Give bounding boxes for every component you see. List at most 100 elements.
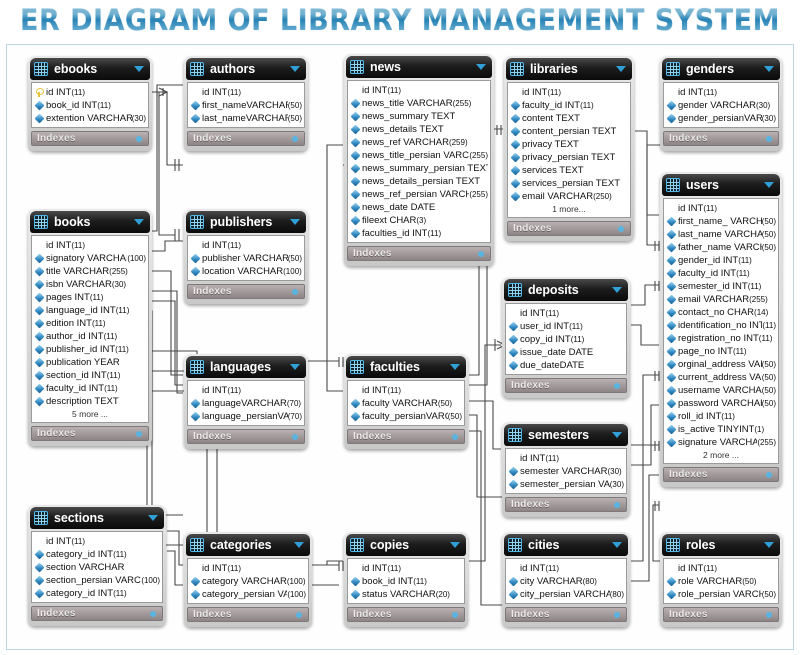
- table-field-row[interactable]: signature VARCHAR (255): [666, 436, 776, 449]
- table-field-row[interactable]: is_active TINYINT (1): [666, 423, 776, 436]
- table-field-row[interactable]: edition INT (11): [34, 317, 146, 330]
- indexes-expand-icon[interactable]: [452, 612, 458, 618]
- indexes-section-semesters[interactable]: Indexes: [505, 497, 627, 512]
- table-field-row[interactable]: id INT (11): [508, 452, 624, 465]
- table-field-row[interactable]: faculty_persianVARCHAR(50): [350, 410, 462, 423]
- chevron-down-icon[interactable]: [294, 542, 304, 548]
- chevron-down-icon[interactable]: [616, 66, 626, 72]
- chevron-down-icon[interactable]: [612, 287, 622, 293]
- table-field-row[interactable]: id INT (11): [34, 239, 146, 252]
- table-field-row[interactable]: title VARCHAR (255): [34, 265, 146, 278]
- table-header-categories[interactable]: categories: [186, 534, 310, 556]
- table-field-row[interactable]: category_id INT (11): [34, 587, 160, 600]
- table-header-languages[interactable]: languages: [186, 356, 306, 378]
- table-field-row[interactable]: id INT (11): [508, 562, 624, 575]
- table-card-roles[interactable]: roles id INT (11) role VARCHAR (50) role_pers…: [660, 532, 782, 627]
- indexes-expand-icon[interactable]: [618, 226, 624, 232]
- table-field-row[interactable]: id INT (11): [666, 202, 776, 215]
- table-field-row[interactable]: email VARCHAR (255): [666, 293, 776, 306]
- chevron-down-icon[interactable]: [450, 364, 460, 370]
- table-header-authors[interactable]: authors: [186, 58, 306, 80]
- chevron-down-icon[interactable]: [450, 542, 460, 548]
- chevron-down-icon[interactable]: [764, 182, 774, 188]
- table-field-row[interactable]: status VARCHAR (20): [350, 588, 462, 601]
- table-header-users[interactable]: users: [662, 174, 780, 196]
- table-field-row[interactable]: semester_id INT (11): [666, 280, 776, 293]
- table-field-row[interactable]: category_id INT (11): [34, 548, 160, 561]
- table-field-row[interactable]: section_id INT (11): [34, 369, 146, 382]
- table-field-row[interactable]: category VARCHAR (100): [190, 575, 306, 588]
- indexes-section-libraries[interactable]: Indexes: [507, 221, 631, 236]
- table-header-semesters[interactable]: semesters: [504, 424, 628, 446]
- table-card-publishers[interactable]: publishers id INT (11) publisher VARCHAR (50…: [184, 209, 308, 304]
- table-field-row[interactable]: contact_no CHAR (14): [666, 306, 776, 319]
- table-field-row[interactable]: first_name_ VARCHAR(50): [666, 215, 776, 228]
- indexes-expand-icon[interactable]: [452, 434, 458, 440]
- indexes-section-deposits[interactable]: Indexes: [505, 378, 627, 393]
- table-field-row[interactable]: id INT (11): [190, 562, 306, 575]
- indexes-expand-icon[interactable]: [614, 612, 620, 618]
- table-field-row[interactable]: registration_no INT (11): [666, 332, 776, 345]
- table-field-row[interactable]: news_title VARCHAR (255): [350, 97, 488, 110]
- indexes-section-news[interactable]: Indexes: [347, 246, 491, 261]
- table-field-row[interactable]: news_summary TEXT: [350, 110, 488, 123]
- table-card-users[interactable]: usersid INT(11)first_name_ VARCHAR(50)la…: [660, 172, 782, 487]
- indexes-section-books[interactable]: Indexes: [31, 426, 149, 441]
- indexes-expand-icon[interactable]: [614, 502, 620, 508]
- table-card-deposits[interactable]: deposits id INT (11) user_id INT (11) copy_id…: [502, 277, 630, 398]
- table-field-row[interactable]: faculty VARCHAR (50): [350, 397, 462, 410]
- table-field-row[interactable]: id INT (11): [350, 384, 462, 397]
- indexes-section-copies[interactable]: Indexes: [347, 607, 465, 622]
- table-field-row[interactable]: id INT (11): [666, 86, 776, 99]
- table-header-news[interactable]: news: [346, 56, 492, 78]
- table-field-row[interactable]: faculties_id INT (11): [350, 227, 488, 240]
- indexes-section-ebooks[interactable]: Indexes: [31, 131, 149, 146]
- table-field-row[interactable]: language_id INT (11): [34, 304, 146, 317]
- table-field-row[interactable]: id INT (11): [510, 86, 628, 99]
- table-field-row[interactable]: section_persian VARCHAR(100): [34, 574, 160, 587]
- table-header-ebooks[interactable]: ebooks: [30, 58, 150, 80]
- table-header-books[interactable]: books: [30, 211, 150, 233]
- table-card-genders[interactable]: genders id INT (11) gender VARCHAR (30) gende…: [660, 56, 782, 151]
- table-field-row[interactable]: signatory VARCHAR (100): [34, 252, 146, 265]
- table-card-semesters[interactable]: semesters id INT (11) semester VARCHAR (30) s…: [502, 422, 630, 517]
- chevron-down-icon[interactable]: [290, 219, 300, 225]
- table-field-row[interactable]: location VARCHAR (100): [190, 265, 302, 278]
- chevron-down-icon[interactable]: [764, 542, 774, 548]
- chevron-down-icon[interactable]: [476, 64, 486, 70]
- more-fields-label[interactable]: 5 more ...: [34, 408, 146, 420]
- table-field-row[interactable]: isbn VARCHAR (30): [34, 278, 146, 291]
- chevron-down-icon[interactable]: [612, 432, 622, 438]
- table-field-row[interactable]: username VARCHAR (50): [666, 384, 776, 397]
- table-card-languages[interactable]: languages id INT (11) languageVARCHAR (70) la…: [184, 354, 308, 449]
- table-field-row[interactable]: id INT (11): [508, 307, 624, 320]
- table-field-row[interactable]: role_persian VARCHAR(50): [666, 588, 776, 601]
- table-field-row[interactable]: father_name VARCHAR(50): [666, 241, 776, 254]
- table-header-sections[interactable]: sections: [30, 507, 164, 529]
- table-field-row[interactable]: description TEXT: [34, 395, 146, 408]
- indexes-section-users[interactable]: Indexes: [663, 467, 779, 482]
- table-card-copies[interactable]: copies id INT (11) book_id INT (11) status VA…: [344, 532, 468, 627]
- indexes-expand-icon[interactable]: [296, 612, 302, 618]
- table-field-row[interactable]: services TEXT: [510, 164, 628, 177]
- indexes-section-faculties[interactable]: Indexes: [347, 429, 465, 444]
- table-field-row[interactable]: services_persian TEXT: [510, 177, 628, 190]
- table-field-row[interactable]: gender_id INT (11): [666, 254, 776, 267]
- table-header-publishers[interactable]: publishers: [186, 211, 306, 233]
- table-field-row[interactable]: faculty_id INT (11): [510, 99, 628, 112]
- indexes-expand-icon[interactable]: [478, 251, 484, 257]
- table-card-faculties[interactable]: faculties id INT (11) faculty VARCHAR (50) fa…: [344, 354, 468, 449]
- table-field-row[interactable]: extention VARCHAR (30): [34, 112, 146, 125]
- table-field-row[interactable]: privacy_persian TEXT: [510, 151, 628, 164]
- table-card-sections[interactable]: sections id INT (11) category_id INT (11) sec…: [28, 505, 166, 626]
- table-field-row[interactable]: fileext CHAR (3): [350, 214, 488, 227]
- table-field-row[interactable]: book_id INT (11): [350, 575, 462, 588]
- table-field-row[interactable]: news_ref_persian VARCHAR(255): [350, 188, 488, 201]
- table-field-row[interactable]: issue_date DATE: [508, 346, 624, 359]
- table-field-row[interactable]: id INT (11): [190, 86, 302, 99]
- table-card-ebooks[interactable]: ebooks id INT (11) book_id INT (11) extention…: [28, 56, 152, 151]
- table-field-row[interactable]: id INT (11): [666, 562, 776, 575]
- table-field-row[interactable]: publication YEAR: [34, 356, 146, 369]
- table-field-row[interactable]: id INT (11): [350, 562, 462, 575]
- indexes-expand-icon[interactable]: [292, 289, 298, 295]
